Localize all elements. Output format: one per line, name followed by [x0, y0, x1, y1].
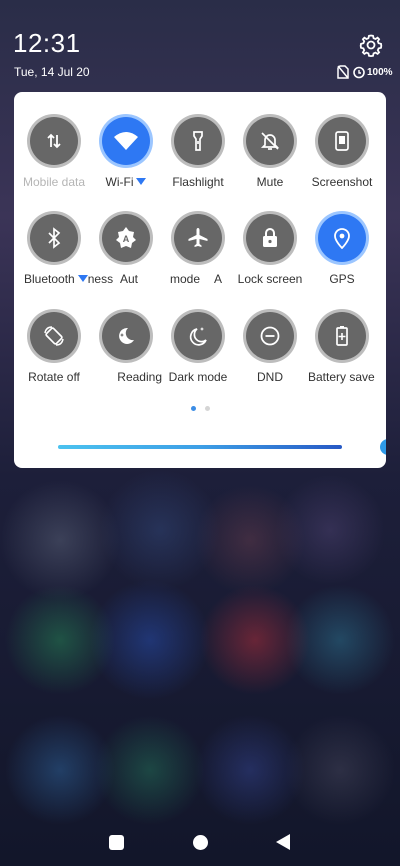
dark-mode-icon	[189, 327, 207, 346]
tile-lock-screen[interactable]: Lock screen	[234, 214, 306, 294]
tile-auto-brightness[interactable]: A Aut	[90, 214, 162, 294]
tile-label: Battery save	[308, 370, 375, 384]
flashlight-icon	[193, 131, 203, 151]
battery-saver-toggle[interactable]	[318, 312, 366, 360]
wifi-label-text: Wi-Fi	[105, 175, 134, 189]
battery-percentage: 100%	[367, 66, 393, 78]
dnd-toggle[interactable]	[246, 312, 294, 360]
tile-airplane-mode[interactable]: mode A	[162, 214, 234, 294]
auto-brightness-icon: A	[116, 227, 136, 248]
recents-square-icon[interactable]	[109, 835, 124, 850]
wifi-icon	[114, 132, 138, 150]
tile-dark-mode[interactable]: Dark mode	[162, 312, 234, 392]
bluetooth-label-text: Bluetooth	[24, 272, 75, 286]
status-icons: 100%	[337, 64, 393, 80]
tile-gps[interactable]: GPS	[306, 214, 378, 294]
screenshot-phone-icon	[335, 131, 349, 151]
date: Tue, 14 Jul 20	[14, 65, 90, 79]
expand-caret-icon[interactable]	[136, 178, 147, 185]
mobile-data-toggle[interactable]	[30, 117, 78, 165]
dnd-icon	[260, 326, 280, 346]
alarm-icon	[353, 66, 365, 79]
tile-battery-saver[interactable]: Battery save	[306, 312, 378, 392]
bluetooth-icon	[48, 227, 61, 249]
tile-label: DND	[257, 370, 283, 384]
mobile-data-arrows-icon	[47, 133, 61, 149]
dark-mode-toggle[interactable]	[174, 312, 222, 360]
svg-text:A: A	[123, 234, 130, 244]
brightness-slider-track[interactable]	[58, 445, 342, 449]
tile-screenshot[interactable]: Screenshot	[306, 117, 378, 197]
no-sim-icon	[337, 65, 349, 79]
settings-gear-icon[interactable]	[359, 33, 383, 57]
tile-mute[interactable]: Mute	[234, 117, 306, 197]
tile-label: GPS	[329, 272, 355, 286]
bluetooth-toggle[interactable]	[30, 214, 78, 262]
clock: 12:31	[13, 28, 81, 58]
truncated-label-tail: A	[214, 272, 223, 286]
tile-reading-mode[interactable]: Reading	[90, 312, 162, 392]
tile-label: Rotate off	[28, 370, 80, 384]
brightness-slider-thumb[interactable]	[380, 439, 386, 455]
mute-toggle[interactable]	[246, 117, 294, 165]
back-triangle-icon[interactable]	[276, 834, 290, 850]
location-pin-icon	[334, 228, 350, 249]
airplane-label-text: mode	[170, 272, 201, 286]
tile-rotate[interactable]: Rotate off	[18, 312, 90, 392]
quick-settings-panel: Mobile data Wi-Fi Flashlight Mute Screen…	[14, 92, 386, 468]
home-circle-icon[interactable]	[193, 835, 208, 850]
page-dot-active[interactable]	[190, 406, 196, 411]
flashlight-toggle[interactable]	[174, 117, 222, 165]
lock-icon	[263, 228, 277, 247]
page-dot[interactable]	[204, 406, 210, 411]
battery-saver-icon	[336, 326, 348, 346]
mute-bell-icon	[260, 132, 280, 150]
screenshot-toggle[interactable]	[318, 117, 366, 165]
airplane-icon	[188, 228, 208, 247]
rotate-icon	[44, 326, 64, 346]
reading-mode-toggle[interactable]	[102, 312, 150, 360]
status-bar: 12:31 Tue, 14 Jul 20 100%	[0, 0, 400, 92]
tile-label: Screenshot	[311, 175, 373, 189]
tile-flashlight[interactable]: Flashlight	[162, 117, 234, 197]
rotate-toggle[interactable]	[30, 312, 78, 360]
page-indicator	[14, 406, 386, 411]
wifi-toggle[interactable]	[102, 117, 150, 165]
auto-brightness-toggle[interactable]: A	[102, 214, 150, 262]
tile-label: Reading	[117, 370, 162, 384]
reading-mode-icon	[119, 327, 134, 344]
navigation-bar	[0, 820, 400, 866]
tile-mobile-data[interactable]: Mobile data	[18, 117, 90, 197]
gps-toggle[interactable]	[318, 214, 366, 262]
tile-dnd[interactable]: DND	[234, 312, 306, 392]
tile-label: Aut	[120, 272, 139, 286]
tile-wifi[interactable]: Wi-Fi	[90, 117, 162, 197]
expand-caret-icon[interactable]	[77, 275, 88, 282]
tile-bluetooth[interactable]: Bluetooth ness	[18, 214, 113, 294]
lock-screen-toggle[interactable]	[246, 214, 294, 262]
airplane-mode-toggle[interactable]	[174, 214, 222, 262]
